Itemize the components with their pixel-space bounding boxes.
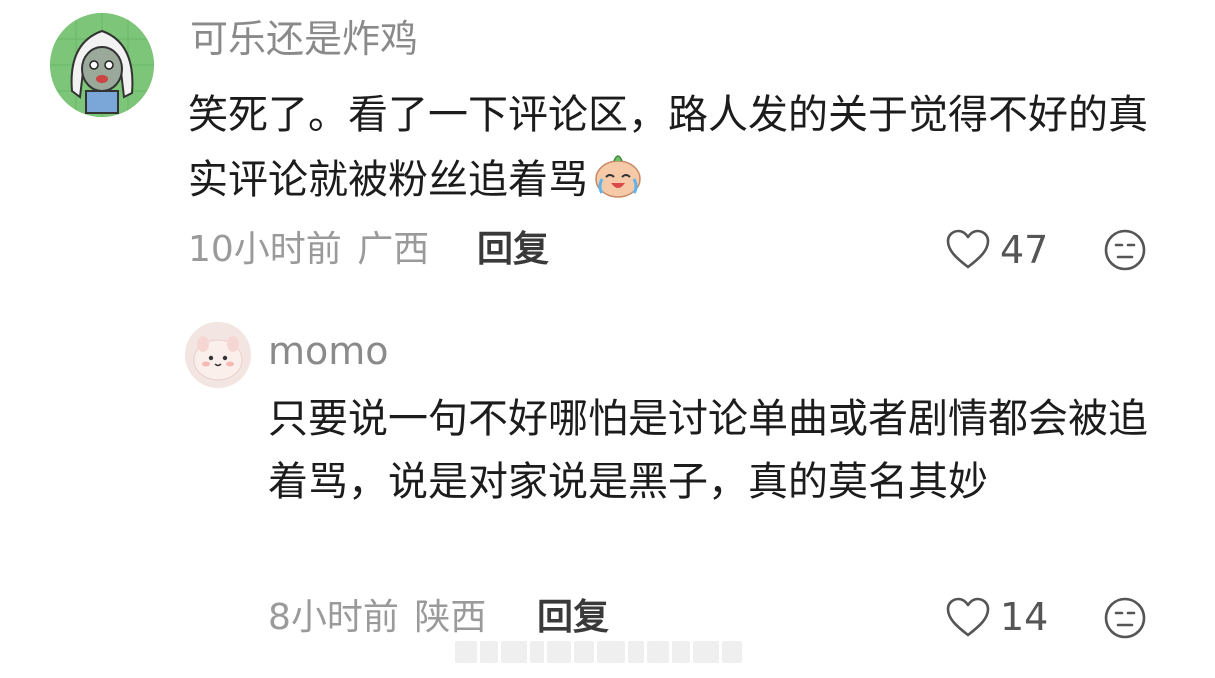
like-count: 14 xyxy=(1000,595,1049,639)
reply-button[interactable]: 回复 xyxy=(477,232,549,268)
comment-text: 笑死了。看了一下评论区，路人发的关于觉得不好的真实评论就被粉丝追着骂 xyxy=(188,84,1168,212)
avatar-pink-bun-image xyxy=(185,322,251,388)
username[interactable]: 可乐还是炸鸡 xyxy=(190,20,418,58)
comment-meta: 8小时前 陕西 xyxy=(268,600,486,636)
username[interactable]: momo xyxy=(268,332,389,370)
avatar-zombie-girl-image xyxy=(50,13,154,117)
dislike-face-icon[interactable] xyxy=(1103,228,1147,272)
timestamp: 8小时前 xyxy=(268,597,399,638)
avatar[interactable] xyxy=(50,13,154,117)
location: 陕西 xyxy=(414,597,487,638)
heart-icon[interactable] xyxy=(945,228,991,270)
comment-meta: 10小时前 广西 xyxy=(188,232,429,268)
location: 广西 xyxy=(357,229,430,270)
comment-text: 只要说一句不好哪怕是讨论单曲或者剧情都会被追着骂，说是对家说是黑子，真的莫名其妙 xyxy=(268,396,1148,505)
watermark xyxy=(455,636,755,668)
timestamp: 10小时前 xyxy=(188,229,342,270)
comment-body: 笑死了。看了一下评论区，路人发的关于觉得不好的真实评论就被粉丝追着骂 xyxy=(188,92,1148,203)
like-count: 47 xyxy=(1000,228,1049,272)
dislike-face-icon[interactable] xyxy=(1103,596,1147,640)
avatar[interactable] xyxy=(185,322,251,388)
heart-icon[interactable] xyxy=(945,596,991,638)
reply-button[interactable]: 回复 xyxy=(537,600,609,636)
crying-laughing-bun-emoji-icon xyxy=(592,147,644,199)
